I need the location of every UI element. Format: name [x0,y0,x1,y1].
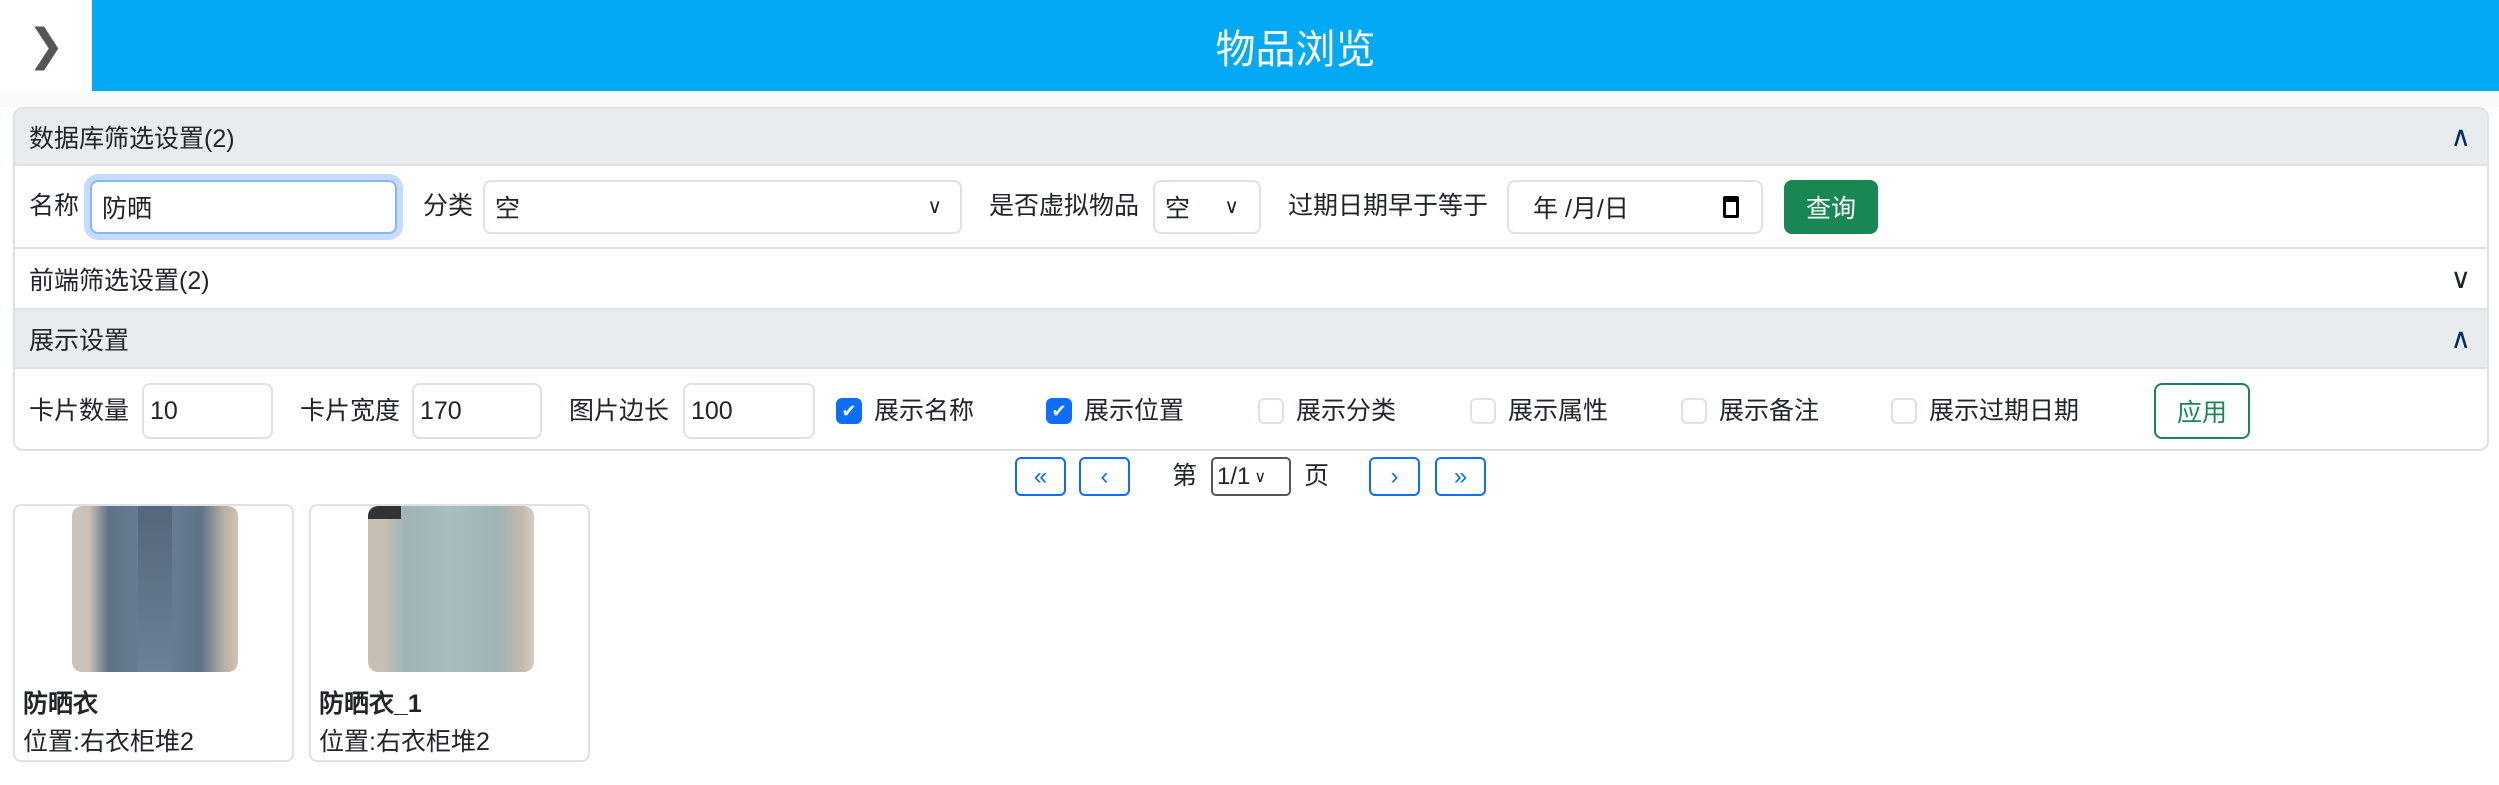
show-category-label: 展示分类 [1296,396,1397,425]
expire-label: 过期日期早于等于 [1288,192,1489,220]
show-attributes-label: 展示属性 [1508,396,1609,425]
item-name: 防晒衣 [23,690,99,718]
img-size-label: 图片边长 [569,396,670,425]
item-card[interactable]: 防晒衣_1 位置:右衣柜堆2 [309,504,590,762]
chevron-down-icon: ∨ [2450,263,2472,294]
card-width-value: 170 [420,396,462,425]
chevron-up-icon: ∧ [2450,323,2472,354]
display-body: 卡片数量 10 卡片宽度 170 图片边长 100 ✔ 展示名称 ✔ 展示位置 … [15,369,2487,449]
expire-date-input[interactable]: 年 /月/日 [1507,179,1763,234]
show-category-checkbox[interactable] [1258,398,1284,424]
chevron-left-icon: ‹ [1100,462,1109,490]
db-filter-header[interactable]: 数据库筛选设置(2) ∧ [15,109,2487,166]
item-location: 位置:右衣柜堆2 [319,728,490,756]
name-label: 名称 [29,192,80,220]
page-select[interactable]: 1/1 ∨ [1211,457,1291,496]
show-expiry-checkbox[interactable] [1891,398,1917,424]
show-name-label: 展示名称 [874,396,975,425]
spacer [0,91,2499,107]
show-notes-checkbox[interactable] [1681,398,1707,424]
item-location: 位置:右衣柜堆2 [23,728,194,756]
chevron-right-icon: ❯ [27,21,65,70]
page-value: 1/1 [1217,462,1251,490]
chevron-down-icon: ∨ [1224,196,1239,218]
db-filter-title: 数据库筛选设置(2) [29,124,235,153]
show-notes-label: 展示备注 [1719,396,1820,425]
category-label: 分类 [423,192,474,220]
date-placeholder: 年 /月/日 [1533,194,1629,223]
next-page-button[interactable]: › [1369,457,1420,496]
virtual-value: 空 [1165,194,1191,223]
virtual-select[interactable]: 空 ∨ [1153,179,1261,234]
apply-label: 应用 [2176,399,2227,427]
show-location-label: 展示位置 [1084,396,1185,425]
card-count-value: 10 [150,396,178,425]
page-suffix: 页 [1304,462,1330,490]
img-size-input[interactable]: 100 [683,383,815,439]
chevron-right-icon: › [1390,462,1399,490]
double-chevron-right-icon: » [1453,462,1468,490]
name-value: 防晒 [102,194,153,223]
db-filter-body: 名称 防晒 分类 空 ∨ 是否虚拟物品 空 ∨ 过期日期早于等于 年 /月/日 查询 [15,166,2487,249]
apply-button[interactable]: 应用 [2154,383,2250,439]
first-page-button[interactable]: « [1015,457,1066,496]
chevron-down-icon: ∨ [927,196,942,218]
name-input[interactable]: 防晒 [90,179,397,234]
calendar-icon[interactable] [1723,195,1739,218]
query-label: 查询 [1805,194,1856,223]
last-page-button[interactable]: » [1435,457,1486,496]
img-size-value: 100 [691,396,733,425]
show-name-checkbox[interactable]: ✔ [836,398,862,424]
sidebar-toggle-button[interactable]: ❯ [0,0,92,91]
item-card[interactable]: 防晒衣 位置:右衣柜堆2 [13,504,294,762]
show-expiry-label: 展示过期日期 [1929,396,2080,425]
page-prefix: 第 [1172,462,1198,490]
show-attributes-checkbox[interactable] [1470,398,1496,424]
page-header: 物品浏览 [92,0,2499,91]
card-width-input[interactable]: 170 [412,383,542,439]
virtual-label: 是否虚拟物品 [989,192,1140,220]
fe-filter-title: 前端筛选设置(2) [29,266,210,295]
prev-page-button[interactable]: ‹ [1079,457,1130,496]
card-width-label: 卡片宽度 [300,396,401,425]
display-title: 展示设置 [29,326,130,355]
query-button[interactable]: 查询 [1784,179,1878,234]
settings-panel: 数据库筛选设置(2) ∧ 名称 防晒 分类 空 ∨ 是否虚拟物品 空 ∨ 过期日期早… [13,107,2489,451]
display-header[interactable]: 展示设置 ∧ [15,310,2487,369]
fe-filter-header[interactable]: 前端筛选设置(2) ∨ [15,249,2487,310]
page-title: 物品浏览 [1215,27,1376,72]
item-image [72,506,238,672]
chevron-up-icon: ∧ [2450,121,2472,152]
category-value: 空 [495,194,521,223]
double-chevron-left-icon: « [1033,462,1048,490]
card-count-input[interactable]: 10 [142,383,273,439]
chevron-down-icon: ∨ [1254,468,1267,486]
show-location-checkbox[interactable]: ✔ [1046,398,1072,424]
item-image [368,506,534,672]
category-select[interactable]: 空 ∨ [483,179,962,234]
card-count-label: 卡片数量 [29,396,130,425]
item-name: 防晒衣_1 [319,690,422,718]
